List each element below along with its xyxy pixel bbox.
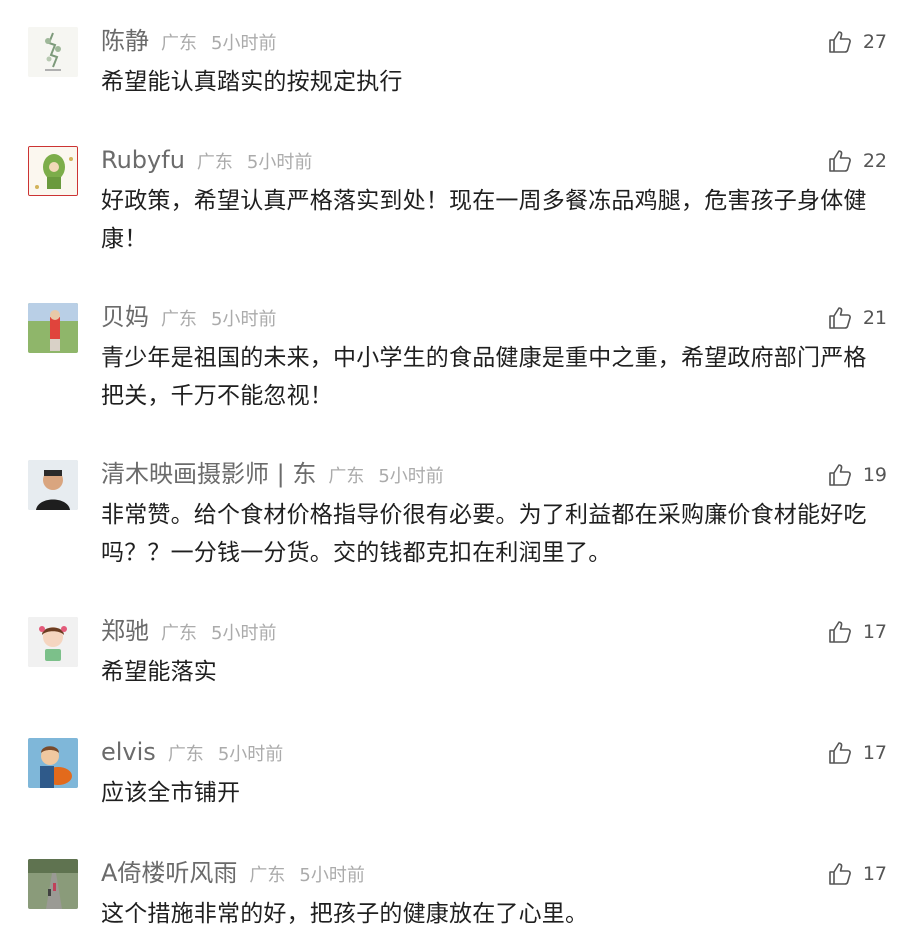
user-name[interactable]: 贝妈 xyxy=(101,297,149,337)
user-name[interactable]: 陈静 xyxy=(101,21,149,61)
comment-text: 希望能落实 xyxy=(101,659,217,685)
user-region: 广东 xyxy=(161,623,197,644)
like-count: 17 xyxy=(862,621,887,643)
like-count: 27 xyxy=(862,31,887,53)
user-name[interactable]: A倚楼听风雨 xyxy=(101,853,237,893)
user-name[interactable]: 郑驰 xyxy=(101,611,149,651)
like-count: 17 xyxy=(862,742,887,764)
user-region: 广东 xyxy=(249,865,286,886)
comment-meta: 贝妈 广东 5小时前 xyxy=(101,297,276,337)
user-region: 广东 xyxy=(161,309,197,330)
like-button[interactable]: 22 xyxy=(827,146,887,176)
like-button[interactable]: 21 xyxy=(827,303,887,333)
avatar[interactable] xyxy=(28,460,78,510)
comment-meta: elvis 广东 5小时前 xyxy=(101,732,283,772)
like-count: 21 xyxy=(862,307,887,329)
user-name[interactable]: elvis xyxy=(101,732,156,772)
comment-text: 这个措施非常的好，把孩子的健康放在了心里。 xyxy=(101,901,589,927)
like-count: 19 xyxy=(862,464,887,486)
like-count: 22 xyxy=(862,150,887,172)
avatar[interactable] xyxy=(28,27,78,77)
thumbs-up-icon xyxy=(827,148,853,174)
comment-text: 青少年是祖国的未来，中小学生的食品健康是重中之重，希望政府部门严格把关，千万不能… xyxy=(101,345,867,409)
like-button[interactable]: 27 xyxy=(827,27,887,57)
thumbs-up-icon xyxy=(827,29,853,55)
like-count: 17 xyxy=(862,863,887,885)
comment-meta: 陈静 广东 5小时前 xyxy=(101,21,276,61)
thumbs-up-icon xyxy=(827,305,853,331)
comment-text: 非常赞。给个食材价格指导价很有必要。为了利益都在采购廉价食材能好吃吗？？一分钱一… xyxy=(101,502,867,566)
avatar[interactable] xyxy=(28,859,78,909)
comment-time: 5小时前 xyxy=(299,865,365,886)
comment-time: 5小时前 xyxy=(378,466,444,487)
avatar[interactable] xyxy=(28,738,78,788)
comment-time: 5小时前 xyxy=(211,623,277,644)
user-region: 广东 xyxy=(161,33,197,54)
comment-time: 5小时前 xyxy=(211,33,277,54)
comment-meta: 郑驰 广东 5小时前 xyxy=(101,611,276,651)
comment-time: 5小时前 xyxy=(211,309,277,330)
user-name[interactable]: Rubyfu xyxy=(101,140,185,180)
comment-meta: 清木映画摄影师 | 东 广东 5小时前 xyxy=(101,454,444,494)
comment-time: 5小时前 xyxy=(217,744,284,765)
thumbs-up-icon xyxy=(827,619,853,645)
user-region: 广东 xyxy=(196,152,233,173)
like-button[interactable]: 17 xyxy=(827,617,887,647)
thumbs-up-icon xyxy=(827,861,853,887)
avatar[interactable] xyxy=(28,146,78,196)
comment-text: 好政策，希望认真严格落实到处！现在一周多餐冻品鸡腿，危害孩子身体健康！ xyxy=(101,188,867,252)
comment-text: 应该全市铺开 xyxy=(101,780,241,806)
user-name[interactable]: 清木映画摄影师 | 东 xyxy=(101,454,316,494)
thumbs-up-icon xyxy=(827,740,853,766)
comment-text: 希望能认真踏实的按规定执行 xyxy=(101,69,403,95)
comment-time: 5小时前 xyxy=(246,152,313,173)
thumbs-up-icon xyxy=(827,462,853,488)
avatar[interactable] xyxy=(28,303,78,353)
comment-meta: Rubyfu 广东 5小时前 xyxy=(101,140,312,180)
avatar[interactable] xyxy=(28,617,78,667)
user-region: 广东 xyxy=(328,466,365,487)
like-button[interactable]: 17 xyxy=(827,859,887,889)
like-button[interactable]: 17 xyxy=(827,738,887,768)
like-button[interactable]: 19 xyxy=(827,460,887,490)
comment-meta: A倚楼听风雨 广东 5小时前 xyxy=(101,853,365,893)
user-region: 广东 xyxy=(167,744,204,765)
